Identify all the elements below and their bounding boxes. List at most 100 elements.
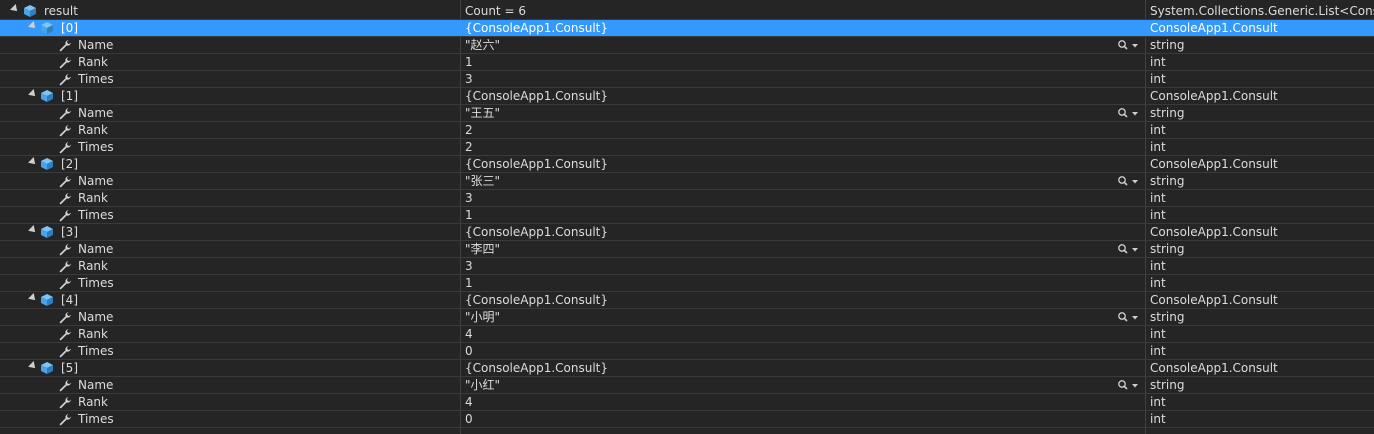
type-cell: int [1150,191,1166,205]
value-cell[interactable]: {ConsoleApp1.Consult} [461,20,1145,36]
property-name: Rank [78,259,108,273]
watch-row-property[interactable]: Times 1 int [0,275,1374,292]
watch-row-property[interactable]: Name "赵六" string [0,37,1374,54]
value-cell[interactable]: 1 [461,207,1145,223]
watch-row-item[interactable]: [1] {ConsoleApp1.Consult} ConsoleApp1.Co… [0,88,1374,105]
value-cell[interactable]: "小红" [461,377,1145,393]
expander-triangle-icon[interactable] [28,157,38,167]
name-cell: Name [0,173,460,189]
expander-triangle-icon[interactable] [28,293,38,303]
magnifier-icon[interactable] [1117,39,1139,51]
watch-row-property[interactable]: Times 1 int [0,207,1374,224]
name-cell: [3] [0,224,460,240]
value-cell[interactable]: "张三" [461,173,1145,189]
value-cell[interactable]: 4 [461,326,1145,342]
name-cell: Times [0,139,460,155]
value-cell[interactable]: {ConsoleApp1.Consult} [461,224,1145,240]
expander-triangle-icon[interactable] [10,4,20,14]
value-cell[interactable]: 4 [461,394,1145,410]
type-cell: int [1150,140,1166,154]
watch-row-property[interactable]: Times 0 int [0,411,1374,428]
value-cell[interactable]: 1 [461,54,1145,70]
property-value: "李四" [465,242,501,256]
type-cell: int [1150,276,1166,290]
value-cell[interactable]: {ConsoleApp1.Consult} [461,88,1145,104]
watch-row-item[interactable]: [5] {ConsoleApp1.Consult} ConsoleApp1.Co… [0,360,1374,377]
property-name: Name [78,310,114,324]
value-cell[interactable]: Count = 6 [461,3,1145,19]
watch-row-property[interactable]: Rank 1 int [0,54,1374,71]
value-cell[interactable]: {ConsoleApp1.Consult} [461,156,1145,172]
watch-row-property[interactable]: Times 2 int [0,139,1374,156]
value-cell[interactable]: 3 [461,258,1145,274]
magnifier-icon[interactable] [1117,107,1139,119]
watch-row-property[interactable]: Rank 4 int [0,394,1374,411]
type-cell: int [1150,123,1166,137]
value-cell[interactable]: "小明" [461,309,1145,325]
property-value: "张三" [465,174,501,188]
property-value: 2 [465,140,473,154]
value-cell[interactable]: "李四" [461,241,1145,257]
watch-row-property[interactable]: Times 0 int [0,343,1374,360]
expander-triangle-icon[interactable] [28,21,38,31]
value-cell[interactable]: 3 [461,190,1145,206]
property-value: 3 [465,259,473,273]
watch-row-root[interactable]: result Count = 6 System.Collections.Gene… [0,3,1374,20]
magnifier-icon[interactable] [1117,175,1139,187]
wrench-icon [59,210,71,222]
name-cell: [0] [0,20,460,36]
property-value: 3 [465,72,473,86]
wrench-icon [59,397,71,409]
watch-row-property[interactable]: Rank 3 int [0,258,1374,275]
expander-triangle-icon[interactable] [28,361,38,371]
magnifier-icon[interactable] [1117,311,1139,323]
wrench-icon [59,414,71,426]
magnifier-icon[interactable] [1117,379,1139,391]
wrench-icon [59,74,71,86]
watch-row-property[interactable]: Name "小红" string [0,377,1374,394]
value-cell[interactable]: {ConsoleApp1.Consult} [461,360,1145,376]
watch-row-item[interactable]: [4] {ConsoleApp1.Consult} ConsoleApp1.Co… [0,292,1374,309]
watch-window: result Count = 6 System.Collections.Gene… [0,0,1374,434]
type-cell: ConsoleApp1.Consult [1150,21,1278,35]
value-cell[interactable]: 1 [461,275,1145,291]
watch-row-property[interactable]: Times 3 int [0,71,1374,88]
watch-row-item[interactable]: [2] {ConsoleApp1.Consult} ConsoleApp1.Co… [0,156,1374,173]
watch-row-property[interactable]: Name "李四" string [0,241,1374,258]
watch-row-property[interactable]: Name "小明" string [0,309,1374,326]
value-cell[interactable]: 2 [461,139,1145,155]
wrench-icon [59,57,71,69]
watch-row-property[interactable]: Rank 3 int [0,190,1374,207]
value-cell[interactable]: "赵六" [461,37,1145,53]
watch-row-property[interactable]: Rank 2 int [0,122,1374,139]
value-cell[interactable]: 0 [461,343,1145,359]
watch-row-item[interactable]: [0] {ConsoleApp1.Consult} ConsoleApp1.Co… [0,20,1374,37]
property-name: Times [78,412,114,426]
cube-icon [41,22,53,34]
type-cell: ConsoleApp1.Consult [1150,157,1278,171]
property-name: Rank [78,55,108,69]
value-cell[interactable]: "王五" [461,105,1145,121]
magnifier-icon[interactable] [1117,243,1139,255]
watch-row-property[interactable]: Name "张三" string [0,173,1374,190]
value-cell[interactable]: {ConsoleApp1.Consult} [461,292,1145,308]
name-cell: Rank [0,326,460,342]
watch-row-property[interactable]: Name "王五" string [0,105,1374,122]
expander-triangle-icon[interactable] [28,225,38,235]
property-value: 0 [465,412,473,426]
name-cell: [5] [0,360,460,376]
type-cell: int [1150,395,1166,409]
type-cell: System.Collections.Generic.List<Consol..… [1150,4,1374,18]
type-cell: string [1150,106,1185,120]
value-cell[interactable]: 0 [461,411,1145,427]
name-cell: Times [0,275,460,291]
watch-row-property[interactable]: Rank 4 int [0,326,1374,343]
name-cell: [4] [0,292,460,308]
wrench-icon [59,176,71,188]
value-cell[interactable]: 3 [461,71,1145,87]
value-cell[interactable]: 2 [461,122,1145,138]
expander-triangle-icon[interactable] [28,89,38,99]
property-value: "赵六" [465,38,501,52]
watch-row-item[interactable]: [3] {ConsoleApp1.Consult} ConsoleApp1.Co… [0,224,1374,241]
item-index: [2] [61,157,78,171]
